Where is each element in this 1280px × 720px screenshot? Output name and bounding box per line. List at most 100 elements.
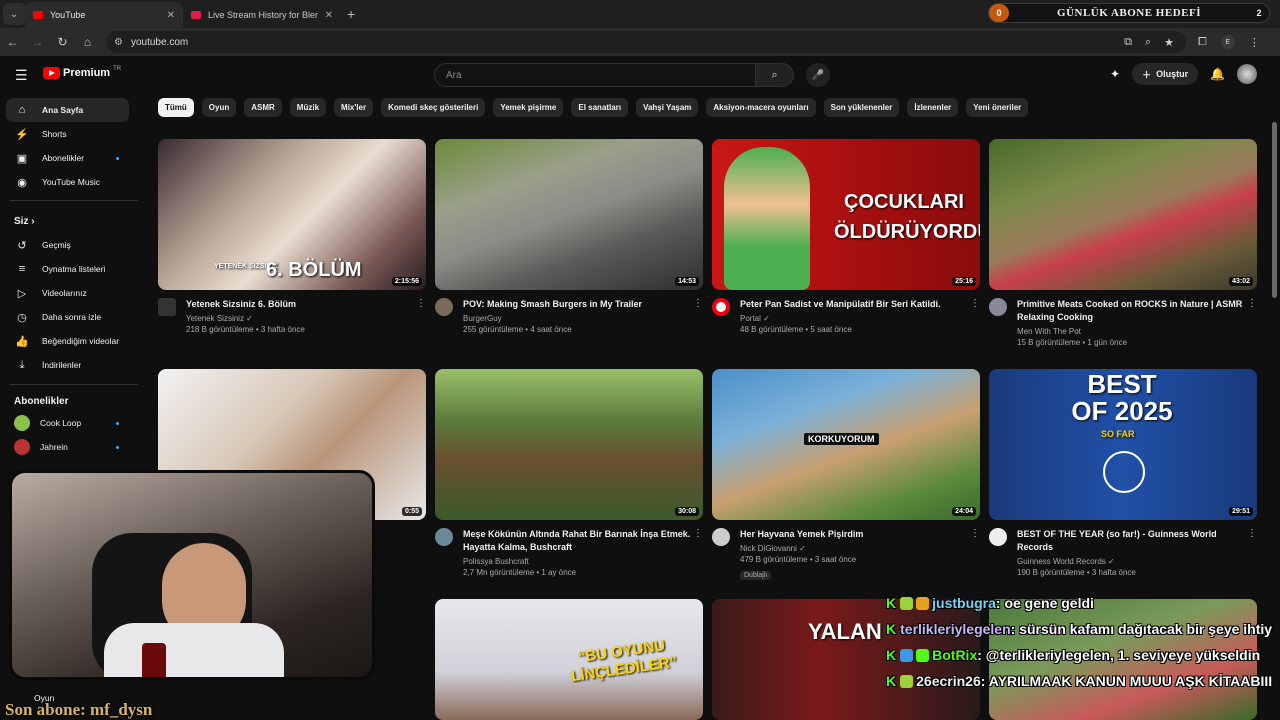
more-actions-icon[interactable]: ⋮	[970, 528, 980, 582]
bookmark-star-icon[interactable]: ★	[1164, 36, 1174, 49]
video-title[interactable]: BEST OF THE YEAR (so far!) - Guinness Wo…	[1017, 528, 1247, 554]
chip-all[interactable]: Tümü	[158, 98, 194, 117]
chip[interactable]: İzlenenler	[907, 98, 959, 117]
menu-kebab-icon[interactable]: ⋮	[1249, 36, 1260, 49]
chip[interactable]: Müzik	[289, 98, 327, 117]
sidebar-item-liked[interactable]: 👍 Beğendiğim videolar	[6, 329, 129, 353]
chip[interactable]: Aksiyon-macera oyunları	[706, 98, 816, 117]
address-bar[interactable]: ⚙ youtube.com ⧉ ⌕ ★	[106, 31, 1186, 53]
video-title[interactable]: Primitive Meats Cooked on ROCKS in Natur…	[1017, 298, 1247, 324]
you-section-title[interactable]: Siz ›	[14, 216, 35, 227]
chip[interactable]: El sanatları	[571, 98, 629, 117]
channel-avatar[interactable]	[435, 528, 453, 546]
channel-name[interactable]: Yetenek Sizsiniz ✓	[186, 314, 416, 323]
video-thumbnail[interactable]: 43:02	[989, 139, 1257, 290]
more-actions-icon[interactable]: ⋮	[693, 298, 703, 334]
close-tab-icon[interactable]: ✕	[325, 10, 333, 21]
hamburger-menu-icon[interactable]: ☰	[15, 67, 28, 84]
channel-avatar[interactable]	[712, 298, 730, 316]
video-thumbnail[interactable]: 14:53	[435, 139, 703, 290]
forward-icon[interactable]: →	[25, 35, 50, 49]
close-tab-icon[interactable]: ✕	[167, 10, 175, 21]
channel-name[interactable]: Nick DiGiovanni ✓	[740, 544, 970, 553]
tab-search-icon[interactable]: ⌄	[3, 3, 25, 25]
extensions-icon[interactable]: ⧠	[1198, 36, 1207, 49]
profile-avatar[interactable]: E	[1220, 35, 1235, 49]
tab-stream-history[interactable]: Live Stream History for Blerp Sh ✕	[183, 2, 341, 28]
video-title[interactable]: Meşe Kökünün Altında Rahat Bir Barınak İ…	[463, 528, 693, 554]
video-card[interactable]: 43:02 Primitive Meats Cooked on ROCKS in…	[989, 139, 1257, 347]
sidebar-item-your-videos[interactable]: ▷ Videolarınız	[6, 281, 129, 305]
chip[interactable]: Oyun	[201, 98, 237, 117]
youtube-logo[interactable]: Premium TR	[43, 66, 121, 79]
chip[interactable]: Yemek pişirme	[493, 98, 564, 117]
page-scrollbar[interactable]	[1272, 122, 1277, 298]
more-actions-icon[interactable]: ⋮	[1247, 298, 1257, 347]
sidebar-item-watch-later[interactable]: ◷ Daha sonra izle	[6, 305, 129, 329]
channel-avatar[interactable]	[989, 528, 1007, 546]
channel-avatar[interactable]	[435, 298, 453, 316]
chip[interactable]: ASMR	[244, 98, 282, 117]
tab-youtube[interactable]: YouTube ✕	[25, 2, 183, 28]
video-card[interactable]: 30:08 Meşe Kökünün Altında Rahat Bir Bar…	[435, 369, 703, 577]
channel-name[interactable]: Guinness World Records ✓	[1017, 557, 1247, 566]
sidebar-item-subscriptions[interactable]: ▣ Abonelikler	[6, 146, 129, 170]
home-icon[interactable]: ⌂	[75, 35, 100, 49]
cast-icon[interactable]: ✦	[1110, 67, 1120, 81]
sidebar-item-shorts[interactable]: ⚡ Shorts	[6, 122, 129, 146]
sidebar-item-playlists[interactable]: ≡ Oynatma listeleri	[6, 257, 129, 281]
channel-name[interactable]: Polissya Bushcraft	[463, 557, 693, 566]
sub-badge-icon	[900, 674, 914, 688]
back-icon[interactable]: ←	[0, 35, 25, 49]
video-thumbnail[interactable]: BEST OF 2025 SO FAR 29:51	[989, 369, 1257, 520]
video-card[interactable]: 14:53 POV: Making Smash Burgers in My Tr…	[435, 139, 703, 334]
video-title[interactable]: Yetenek Sizsiniz 6. Bölüm	[186, 298, 416, 311]
video-title[interactable]: POV: Making Smash Burgers in My Trailer	[463, 298, 693, 311]
chat-username: 26ecrin26	[916, 673, 981, 689]
more-actions-icon[interactable]: ⋮	[693, 528, 703, 577]
channel-name[interactable]: Portal ✓	[740, 314, 970, 323]
chip[interactable]: Mix'ler	[334, 98, 374, 117]
video-thumbnail[interactable]: “BU OYUNU LİNÇLEDİLER”	[435, 599, 703, 720]
more-actions-icon[interactable]: ⋮	[1247, 528, 1257, 577]
channel-avatar[interactable]	[712, 528, 730, 546]
sidebar-item-downloads[interactable]: ⤓ İndirilenler	[6, 353, 129, 377]
sidebar-sub-jahrein[interactable]: Jahrein	[6, 435, 129, 459]
chip[interactable]: Vahşi Yaşam	[636, 98, 699, 117]
more-actions-icon[interactable]: ⋮	[970, 298, 980, 334]
sidebar-item-music[interactable]: ◉ YouTube Music	[6, 170, 129, 194]
sidebar-item-home[interactable]: ⌂ Ana Sayfa	[6, 98, 129, 122]
video-thumbnail[interactable]: YETENEK SİZSİNİZ 6. BÖLÜM 2:15:56	[158, 139, 426, 290]
search-button[interactable]: ⌕	[756, 63, 794, 87]
video-thumbnail[interactable]: 30:08	[435, 369, 703, 520]
voice-search-icon[interactable]: 🎤	[806, 63, 830, 87]
channel-name[interactable]: BurgerGuy	[463, 314, 693, 323]
chip[interactable]: Komedi skeç gösterileri	[381, 98, 486, 117]
video-card[interactable]: KORKUYORUM 24:04 Her Hayvana Yemek Pişir…	[712, 369, 980, 582]
notifications-bell-icon[interactable]: 🔔	[1210, 67, 1225, 81]
video-card[interactable]: YETENEK SİZSİNİZ 6. BÖLÜM 2:15:56 Yetene…	[158, 139, 426, 334]
video-card[interactable]: BEST OF 2025 SO FAR 29:51 BEST OF THE YE…	[989, 369, 1257, 577]
video-thumbnail[interactable]: KORKUYORUM 24:04	[712, 369, 980, 520]
search-input[interactable]: Ara	[434, 63, 757, 87]
channel-name[interactable]: Men With The Pot	[1017, 327, 1247, 336]
site-info-icon[interactable]: ⚙	[114, 37, 123, 48]
chip[interactable]: Yeni öneriler	[966, 98, 1029, 117]
video-title[interactable]: Peter Pan Sadist ve Manipülatif Bir Seri…	[740, 298, 970, 311]
video-title[interactable]: Her Hayvana Yemek Pişirdim	[740, 528, 970, 541]
video-card[interactable]: ÇOCUKLARI ÖLDÜRÜYORDU. 25:16 Peter Pan S…	[712, 139, 980, 334]
chip[interactable]: Son yüklenenler	[823, 98, 900, 117]
reload-icon[interactable]: ↻	[50, 35, 75, 49]
channel-avatar[interactable]	[158, 298, 176, 316]
sidebar-item-history[interactable]: ↺ Geçmiş	[6, 233, 129, 257]
video-card[interactable]: “BU OYUNU LİNÇLEDİLER”	[435, 599, 703, 720]
zoom-icon[interactable]: ⌕	[1145, 36, 1151, 49]
account-avatar[interactable]	[1237, 64, 1258, 84]
channel-avatar[interactable]	[989, 298, 1007, 316]
install-app-icon[interactable]: ⧉	[1124, 36, 1132, 49]
new-tab-icon[interactable]: +	[347, 6, 355, 22]
more-actions-icon[interactable]: ⋮	[416, 298, 426, 334]
sidebar-sub-cook-loop[interactable]: Cook Loop	[6, 411, 129, 435]
create-button[interactable]: ＋ Oluştur	[1132, 63, 1199, 85]
video-thumbnail[interactable]: ÇOCUKLARI ÖLDÜRÜYORDU. 25:16	[712, 139, 980, 290]
